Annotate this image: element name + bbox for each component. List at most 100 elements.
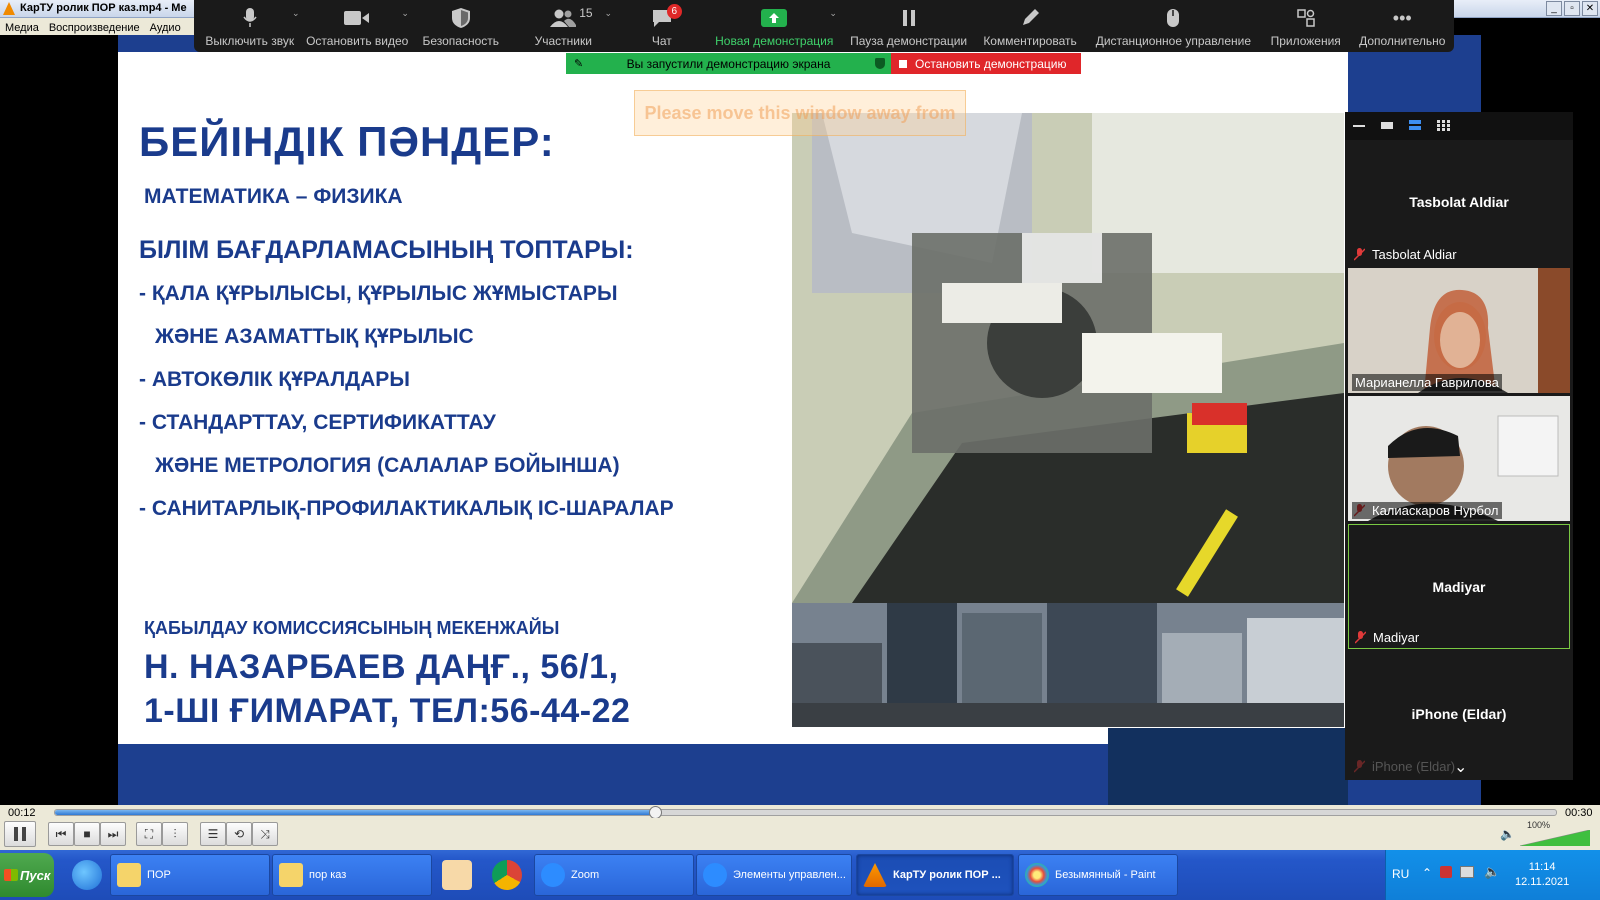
- menu-playback[interactable]: Воспроизведение: [44, 20, 145, 36]
- volume-tray-icon[interactable]: 🔈: [1484, 864, 1500, 880]
- taskbar-window-label: Zoom: [571, 869, 600, 881]
- chevron-down-icon[interactable]: ⌄: [1454, 757, 1467, 777]
- vlc-controls: ⏮ ■ ⏭ ⛶ ⫶ ☰ ⟲ ⤨ 🔈 100%: [0, 818, 1600, 850]
- internet-explorer-icon[interactable]: [72, 860, 102, 890]
- shuffle-button[interactable]: ⤨: [252, 822, 278, 846]
- chat-bubble-icon: 6: [648, 4, 682, 30]
- next-button[interactable]: ⏭: [100, 822, 126, 846]
- menu-audio[interactable]: Аудио: [145, 20, 186, 36]
- new-share-button[interactable]: ⌄ Новая демонстрация: [706, 0, 843, 52]
- slide-list-item: ЖӘНЕ АЗАМАТТЫҚ ҚҰРЫЛЫС: [155, 325, 474, 348]
- shield-icon: [447, 6, 475, 30]
- system-clock[interactable]: 11:14 12.11.2021: [1515, 860, 1569, 890]
- participants-button[interactable]: 15 ⌄ Участники: [509, 0, 618, 52]
- participants-count: 15: [579, 6, 593, 20]
- vlc-cone-icon: [863, 863, 887, 887]
- stop-icon: ■: [83, 827, 91, 841]
- chevron-up-icon[interactable]: ⌃: [1422, 866, 1432, 880]
- minimize-button[interactable]: _: [1546, 1, 1562, 16]
- shuffle-icon: ⤨: [260, 826, 270, 841]
- slide-heading: БЕЙІНДІК ПӘНДЕР:: [139, 118, 555, 165]
- participant-center-name: Tasbolat Aldiar: [1409, 194, 1509, 210]
- participant-tile[interactable]: Марианелла Гаврилова: [1348, 268, 1570, 393]
- media-player-icon[interactable]: [442, 860, 472, 890]
- address-line-1: Н. НАЗАРБАЕВ ДАҢҒ., 56/1,: [144, 648, 619, 686]
- speaker-view-icon[interactable]: [1381, 120, 1394, 131]
- pause-share-button[interactable]: Пауза демонстрации: [843, 0, 974, 52]
- taskbar-window-zoom[interactable]: Zoom: [534, 854, 694, 896]
- clock-time: 11:14: [1528, 861, 1556, 873]
- strip-view-icon[interactable]: [1409, 120, 1422, 131]
- shield-icon: [875, 58, 885, 69]
- security-label: Безопасность: [422, 34, 500, 48]
- security-button[interactable]: Безопасность: [413, 0, 509, 52]
- security-tray-icon[interactable]: [1440, 866, 1452, 878]
- remote-control-button[interactable]: Дистанционное управление: [1086, 0, 1261, 52]
- address-heading: ҚАБЫЛДАУ КОМИССИЯСЫНЫҢ МЕКЕНЖАЙЫ: [144, 618, 560, 638]
- pause-icon: [14, 827, 26, 841]
- slide-bottom-band-dark: [1108, 728, 1348, 805]
- annotate-label: Комментировать: [983, 34, 1077, 48]
- taskbar-window-folder-por[interactable]: ПОР: [110, 854, 270, 896]
- volume-slider[interactable]: [1520, 830, 1590, 846]
- previous-button[interactable]: ⏮: [48, 822, 74, 846]
- mouse-icon: [1159, 6, 1187, 30]
- pause-button[interactable]: [4, 821, 36, 847]
- slide-list-item: - ҚАЛА ҚҰРЫЛЫСЫ, ҚҰРЫЛЫС ЖҰМЫСТАРЫ: [139, 282, 618, 305]
- equalizer-icon: ⫶: [173, 826, 177, 841]
- extended-settings-button[interactable]: ⫶: [162, 822, 188, 846]
- annotate-button[interactable]: Комментировать: [974, 0, 1085, 52]
- stop-video-button[interactable]: ⌄ Остановить видео: [302, 0, 413, 52]
- slide-bottom-band: [118, 744, 1108, 805]
- taskbar-window-folder-por-kaz[interactable]: пор каз: [272, 854, 432, 896]
- participant-tile[interactable]: Калиаскаров Нурбол: [1348, 396, 1570, 521]
- close-button[interactable]: ✕: [1582, 1, 1598, 16]
- loop-button[interactable]: ⟲: [226, 822, 252, 846]
- more-button[interactable]: ••• Дополнительно: [1351, 0, 1455, 52]
- seek-progress: [55, 810, 656, 815]
- folder-icon: [117, 863, 141, 887]
- stop-button[interactable]: ■: [74, 822, 100, 846]
- taskbar-window-paint[interactable]: Безымянный - Paint: [1018, 854, 1178, 896]
- language-indicator[interactable]: RU: [1392, 867, 1409, 881]
- speaker-icon[interactable]: 🔈: [1500, 827, 1515, 841]
- chevron-down-icon[interactable]: ⌄: [604, 8, 612, 19]
- taskbar-window-vlc[interactable]: КарТУ ролик ПОР ...: [856, 854, 1014, 896]
- windows-logo-icon: [4, 869, 18, 881]
- chevron-down-icon[interactable]: ⌄: [401, 8, 409, 19]
- address-line-2: 1-ШІ ҒИМАРАТ, ТЕЛ:56-44-22: [144, 692, 631, 730]
- chat-button[interactable]: 6 Чат: [618, 0, 706, 52]
- participant-name: Марианелла Гаврилова: [1352, 374, 1502, 391]
- chevron-down-icon[interactable]: ⌄: [829, 8, 837, 19]
- maximize-button[interactable]: ▫: [1564, 1, 1580, 16]
- start-button[interactable]: Пуск: [0, 853, 54, 897]
- slide-list-item: - АВТОКӨЛІК ҚҰРАЛДАРЫ: [139, 368, 410, 391]
- apps-icon: [1292, 6, 1320, 30]
- menu-media[interactable]: Медиа: [0, 20, 44, 36]
- gallery-view-icon[interactable]: [1437, 120, 1450, 131]
- apps-button[interactable]: Приложения: [1261, 0, 1351, 52]
- share-banner-message: Вы запустили демонстрацию экрана: [626, 56, 831, 71]
- minimize-panel-icon[interactable]: [1353, 120, 1366, 131]
- clock-date: 12.11.2021: [1515, 876, 1570, 888]
- vlc-seek-area: 00:12 00:30: [0, 805, 1600, 819]
- network-tray-icon[interactable]: [1460, 866, 1474, 878]
- vlc-window-title: КарТУ ролик ПОР каз.mp4 - Me: [20, 2, 187, 14]
- chevron-down-icon[interactable]: ⌄: [292, 8, 300, 19]
- remote-control-label: Дистанционное управление: [1095, 34, 1251, 48]
- participant-tile[interactable]: Tasbolat Aldiar Tasbolat Aldiar: [1348, 140, 1570, 265]
- vlc-menu-bar: Медиа Воспроизведение Аудио: [0, 18, 200, 35]
- more-label: Дополнительно: [1359, 34, 1446, 48]
- taskbar-window-zoom-controls[interactable]: Элементы управлен...: [696, 854, 852, 896]
- skip-back-icon: ⏮: [55, 826, 67, 841]
- fullscreen-button[interactable]: ⛶: [136, 822, 162, 846]
- seek-slider[interactable]: [54, 806, 1557, 819]
- drag-handle-icon[interactable]: ✎: [574, 57, 583, 70]
- participant-tile[interactable]: iPhone (Eldar) iPhone (Eldar) ⌄: [1348, 652, 1570, 777]
- playlist-button[interactable]: ☰: [200, 822, 226, 846]
- participant-tile-active-speaker[interactable]: Madiyar Madiyar: [1348, 524, 1570, 649]
- stop-share-button[interactable]: Остановить демонстрацию: [891, 53, 1081, 74]
- mute-button[interactable]: ⌄ Выключить звук: [198, 0, 302, 52]
- chrome-icon[interactable]: [492, 860, 522, 890]
- loop-icon: ⟲: [233, 827, 245, 841]
